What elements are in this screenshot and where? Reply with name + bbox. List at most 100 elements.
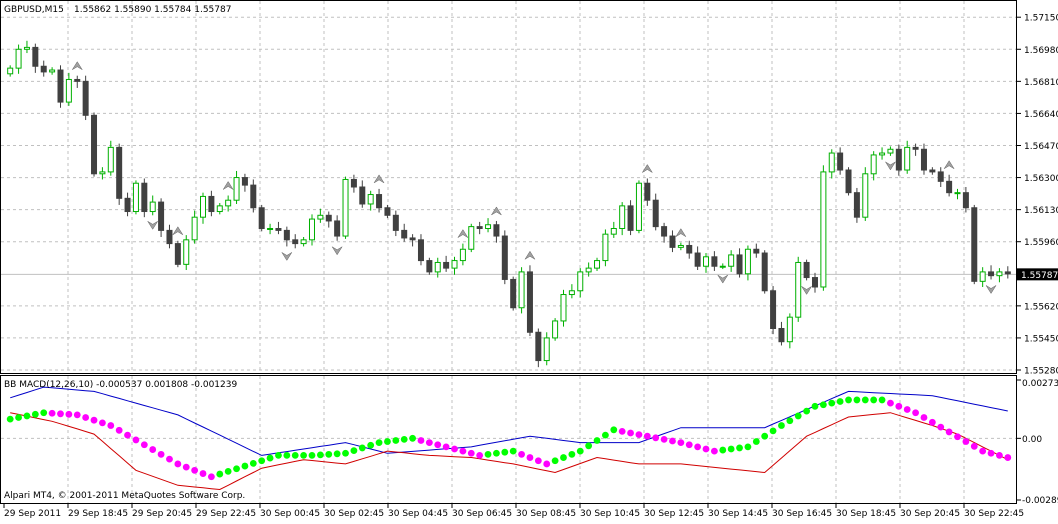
copyright-text: Alpari MT4, © 2001-2011 MetaQuotes Softw… [4, 491, 245, 501]
indicator-pane-frame [0, 375, 1017, 504]
fractal-arrow [801, 286, 812, 295]
macd-dot-up [6, 415, 14, 423]
bull-candle [728, 254, 735, 267]
macd-dot-up [811, 402, 819, 410]
macd-dot-up [585, 442, 593, 450]
bear-candle [91, 114, 98, 175]
x-tick-label: 29 Sep 22:45 [196, 509, 256, 519]
bull-candle [979, 271, 986, 282]
macd-dot-down [652, 434, 660, 442]
x-tick-label: 30 Sep 16:45 [772, 509, 832, 519]
macd-dot-up [610, 426, 618, 434]
fractal-arrow [717, 274, 728, 284]
macd-dot-up [719, 446, 727, 454]
macd-dot-down [157, 450, 165, 458]
bear-candle [535, 331, 542, 362]
macd-dot-up [291, 452, 299, 459]
bear-candle [644, 182, 651, 201]
macd-dot-up [283, 452, 291, 459]
bull-candle [485, 224, 492, 230]
bear-candle [384, 207, 391, 216]
ind-y-tick-label: 0.002734 [1022, 379, 1058, 389]
macd-dot-down [677, 439, 685, 447]
bear-candle [325, 214, 332, 222]
macd-dot-up [31, 410, 39, 418]
bear-candle [426, 260, 433, 273]
macd-dot-down [48, 409, 56, 417]
x-tick-label: 30 Sep 08:45 [516, 509, 576, 519]
macd-dot-down [669, 437, 676, 445]
x-tick-label: 30 Sep 02:45 [324, 509, 384, 519]
bear-candle [350, 178, 357, 188]
bull-candle [233, 177, 240, 201]
macd-dot-down [451, 445, 458, 453]
bear-candle [845, 169, 852, 194]
x-tick-label: 30 Sep 18:45 [836, 509, 896, 519]
macd-dot-up [744, 443, 752, 451]
bull-candle [15, 48, 22, 69]
bear-candle [510, 278, 517, 309]
macd-dot-down [702, 445, 710, 453]
bull-candle [719, 265, 726, 268]
chart-canvas[interactable]: 1.57150 1.56980 1.56810 1.56640 1.56470 1.563… [0, 0, 1058, 520]
macd-dot-down [467, 449, 475, 457]
macd-dot-down [182, 463, 190, 471]
fractal-arrow [675, 228, 687, 237]
bear-candle [971, 207, 978, 282]
bear-candle [141, 182, 148, 213]
bear-candle [895, 148, 902, 171]
y-tick-label: 1.57150 [1024, 14, 1058, 24]
macd-dot-down [543, 460, 551, 468]
bull-candle [23, 46, 30, 50]
macd-dot-up [375, 439, 383, 447]
bear-candle [32, 46, 39, 67]
macd-dot-up [258, 457, 266, 465]
macd-dot-down [895, 402, 903, 410]
bear-candle [258, 207, 265, 230]
bull-candle [744, 248, 751, 275]
x-tick-label: 30 Sep 04:45 [388, 509, 448, 519]
bull-candle [107, 146, 114, 173]
macd-dot-up [870, 396, 878, 404]
bull-candle [954, 192, 961, 195]
y-tick-label: 1.56300 [1024, 174, 1058, 184]
macd-dot-down [425, 439, 433, 447]
symbol-title: GBPUSD,M15 [4, 5, 64, 15]
bull-candle [216, 205, 223, 213]
x-tick-label: 30 Sep 00:45 [260, 509, 320, 519]
macd-dot-up [602, 431, 609, 439]
bear-candle [920, 148, 927, 171]
bull-candle [996, 271, 1003, 277]
macd-dot-up [333, 450, 341, 458]
fractal-arrow [943, 160, 955, 169]
bull-candle [200, 195, 207, 218]
macd-dot-up [409, 434, 416, 442]
y-tick-label: 1.56130 [1024, 206, 1058, 216]
bull-candle [451, 260, 458, 269]
macd-dot-down [191, 466, 199, 474]
fractal-arrow [373, 174, 385, 184]
bull-candle [132, 182, 139, 213]
bull-candle [568, 290, 575, 296]
macd-dot-down [140, 441, 148, 449]
x-tick-label: 30 Sep 20:45 [900, 509, 960, 519]
bear-candle [811, 277, 818, 288]
macd-dot-up [300, 452, 308, 459]
macd-dot-down [987, 449, 995, 457]
x-tick-label: 29 Sep 2011 [4, 509, 61, 519]
bear-candle [761, 252, 768, 292]
macd-dot-up [836, 398, 844, 405]
macd-dot-up [761, 432, 769, 440]
y-tick-label: 1.55280 [1024, 367, 1058, 377]
macd-dot-up [216, 470, 224, 478]
bear-candle [686, 244, 693, 254]
bear-candle [652, 199, 659, 228]
bull-candle [577, 271, 584, 292]
macd-dot-up [560, 454, 567, 461]
bull-candle [49, 69, 56, 73]
bull-candle [225, 199, 232, 207]
macd-dot-up [241, 462, 249, 470]
macd-dot-up [551, 457, 559, 465]
bear-candle [57, 69, 64, 103]
bull-candle [585, 267, 592, 273]
